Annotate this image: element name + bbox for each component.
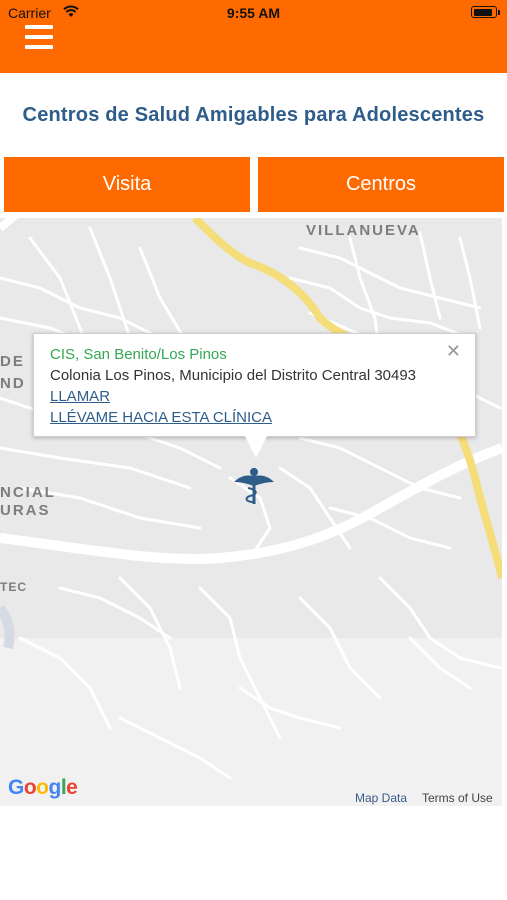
map-label-ncial: NCIAL	[0, 484, 56, 501]
map-label-tec: TEC	[0, 580, 27, 594]
map-label-uras: URAS	[0, 502, 51, 519]
close-icon[interactable]: ✕	[446, 342, 461, 360]
hamburger-menu-icon[interactable]	[25, 24, 53, 50]
status-time: 9:55 AM	[226, 5, 281, 21]
map-label-villanueva: VILLANUEVA	[306, 222, 421, 239]
battery-fill	[473, 8, 492, 16]
google-logo-letter: g	[48, 776, 62, 799]
google-logo: Google	[8, 776, 78, 800]
map-data-link[interactable]: Map Data	[355, 791, 407, 805]
google-logo-letter: G	[8, 776, 24, 799]
map-label-nd: ND	[0, 375, 26, 392]
call-link[interactable]: LLAMAR	[50, 388, 110, 405]
tab-centros[interactable]: Centros	[258, 157, 504, 212]
google-logo-letter: e	[66, 776, 78, 799]
map-roads	[0, 218, 502, 806]
clinic-name: CIS, San Benito/Los Pinos	[50, 346, 227, 363]
menu-bar	[25, 35, 53, 39]
status-bar: Carrier 9:55 AM	[0, 0, 507, 26]
terms-of-use-link[interactable]: Terms of Use	[422, 791, 493, 805]
page-title: Centros de Salud Amigables para Adolesce…	[22, 104, 485, 126]
health-caduceus-icon[interactable]	[232, 466, 276, 506]
menu-bar	[25, 25, 53, 29]
google-logo-letter: o	[36, 776, 49, 799]
app-header: Carrier 9:55 AM	[0, 0, 507, 73]
menu-bar	[25, 45, 53, 49]
info-window-pointer	[244, 434, 268, 458]
tab-visita[interactable]: Visita	[4, 157, 250, 212]
google-logo-letter: o	[23, 776, 37, 799]
info-window: ✕ CIS, San Benito/Los Pinos Colonia Los …	[33, 333, 476, 437]
map-view[interactable]: VILLANUEVA DE ND NCIAL URAS TEC ✕ CIS, S…	[0, 218, 502, 806]
google-logo-text: Google	[8, 776, 78, 799]
clinic-address: Colonia Los Pinos, Municipio del Distrit…	[50, 367, 417, 384]
map-label-de: DE	[0, 353, 25, 370]
directions-link[interactable]: LLÉVAME HACIA ESTA CLÍNICA	[50, 409, 272, 426]
battery-icon	[471, 6, 500, 18]
